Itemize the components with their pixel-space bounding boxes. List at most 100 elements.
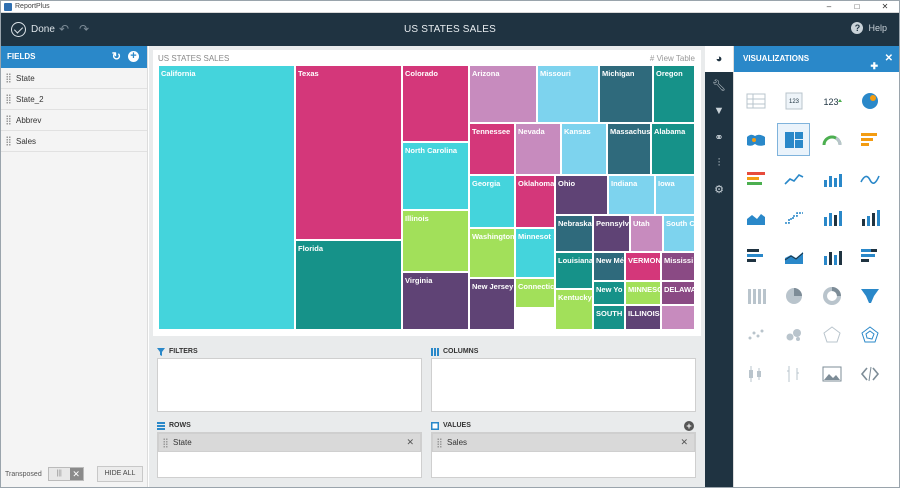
treemap-cell[interactable]: Tennessee — [469, 123, 515, 175]
treemap-cell[interactable]: Connectic — [515, 278, 555, 308]
treemap-cell[interactable]: ILLINOIS — [625, 305, 661, 330]
add-field-icon[interactable]: + — [128, 51, 139, 62]
treemap-cell[interactable]: Virginia — [402, 272, 469, 330]
viz-type-gauge[interactable] — [815, 123, 848, 156]
viz-type-radar[interactable] — [853, 318, 886, 351]
maximize-button[interactable]: □ — [843, 1, 871, 13]
filter-tab-icon[interactable]: ▼ — [705, 98, 733, 124]
gear-icon[interactable]: ⚙ — [705, 176, 733, 202]
treemap-cell[interactable]: Texas — [295, 65, 402, 240]
treemap-cell[interactable]: Florida — [295, 240, 402, 330]
treemap-cell[interactable]: Oregon — [653, 65, 695, 123]
transposed-toggle[interactable]: ||| ✕ — [47, 467, 84, 481]
treemap-cell[interactable]: Massachus — [607, 123, 651, 175]
viz-type-world-map[interactable] — [739, 123, 772, 156]
field-item-state[interactable]: State — [1, 68, 147, 89]
viz-type-step-line[interactable] — [777, 201, 810, 234]
treemap-chart[interactable]: California Texas Colorado Arizona Missouri Mi… — [158, 65, 695, 330]
minimize-button[interactable]: – — [815, 1, 843, 13]
viz-type-column-chart[interactable] — [853, 201, 886, 234]
viz-type-pie-chart[interactable] — [777, 279, 810, 312]
columns-drop-box[interactable] — [431, 358, 696, 412]
viz-type-area-bar[interactable] — [815, 162, 848, 195]
treemap-cell[interactable]: New Jersey — [469, 278, 515, 330]
viz-type-ohlc[interactable] — [777, 357, 810, 390]
rows-drop-box[interactable]: State ✕ — [157, 432, 422, 478]
treemap-cell[interactable]: Georgia — [469, 175, 515, 228]
done-button[interactable]: Done — [11, 21, 55, 38]
treemap-cell[interactable]: Mississi — [661, 252, 695, 281]
treemap-cell[interactable]: Arizona — [469, 65, 537, 123]
treemap-cell[interactable]: Washington — [469, 228, 515, 278]
treemap-cell[interactable]: New Mé — [593, 252, 625, 281]
viz-type-funnel[interactable] — [853, 279, 886, 312]
drag-handle-icon[interactable] — [163, 437, 168, 448]
remove-icon[interactable]: ✕ — [406, 437, 414, 448]
viz-type-bullet-graph[interactable] — [853, 123, 886, 156]
treemap-cell[interactable]: SOUTH C — [593, 305, 625, 330]
refresh-icon[interactable]: ↻ — [112, 50, 121, 64]
hide-all-button[interactable]: HIDE ALL — [97, 466, 143, 482]
treemap-cell[interactable]: South C — [663, 215, 695, 252]
sliders-icon[interactable]: ⫶ — [705, 150, 733, 176]
undo-icon[interactable]: ↶ — [59, 22, 69, 36]
visualizations-tab-icon[interactable]: ◕ — [705, 46, 733, 72]
viz-type-scatter[interactable] — [739, 318, 772, 351]
viz-type-stacked-area[interactable] — [815, 201, 848, 234]
viz-type-treemap[interactable] — [777, 123, 810, 156]
treemap-cell[interactable]: Missouri — [537, 65, 599, 123]
wrench-icon[interactable]: 🔧︎ — [705, 72, 733, 98]
treemap-cell[interactable]: Indiana — [608, 175, 655, 215]
viz-type-combo-area[interactable] — [777, 240, 810, 273]
viz-type-code[interactable] — [853, 357, 886, 390]
viz-type-map-pin[interactable] — [853, 84, 886, 117]
treemap-cell[interactable]: Colorado — [402, 65, 469, 142]
values-item-sales[interactable]: Sales ✕ — [432, 433, 695, 452]
treemap-cell[interactable]: Minnesot — [515, 228, 555, 278]
treemap-cell[interactable]: Kansas — [561, 123, 607, 175]
filters-drop-box[interactable] — [157, 358, 422, 412]
drag-handle-icon[interactable] — [6, 136, 11, 146]
view-table-button[interactable]: # View Table — [650, 54, 695, 63]
viz-type-stacked-bar[interactable] — [853, 240, 886, 273]
treemap-cell[interactable]: Nevada — [515, 123, 561, 175]
viz-type-line-chart[interactable] — [777, 162, 810, 195]
treemap-cell[interactable]: Illinois — [402, 210, 469, 272]
viz-type-area-chart[interactable] — [739, 201, 772, 234]
viz-type-kpi-number[interactable]: 123 — [777, 84, 810, 117]
close-window-button[interactable]: ✕ — [871, 1, 899, 13]
field-item-abbrev[interactable]: Abbrev — [1, 110, 147, 131]
viz-type-kpi-trend[interactable]: 123 — [815, 84, 848, 117]
treemap-cell[interactable]: Alabama — [651, 123, 695, 175]
redo-icon[interactable]: ↷ — [79, 22, 89, 36]
treemap-cell[interactable]: DELAWA — [661, 281, 695, 305]
values-drop-box[interactable]: Sales ✕ — [431, 432, 696, 478]
treemap-cell[interactable]: New Yo — [593, 281, 625, 305]
viz-type-stacked-column-100[interactable] — [739, 279, 772, 312]
rows-item-state[interactable]: State ✕ — [158, 433, 421, 452]
treemap-cell[interactable]: Ohio — [555, 175, 608, 215]
viz-type-bubble[interactable] — [777, 318, 810, 351]
drag-handle-icon[interactable] — [437, 437, 442, 448]
help-button[interactable]: ? Help — [851, 22, 887, 34]
link-icon[interactable]: ⚭ — [705, 124, 733, 150]
treemap-cell[interactable]: Iowa — [655, 175, 695, 215]
treemap-cell[interactable]: California — [158, 65, 295, 330]
viz-type-grid[interactable] — [739, 84, 772, 117]
viz-type-stacked-column[interactable] — [815, 240, 848, 273]
viz-type-spline[interactable] — [853, 162, 886, 195]
close-panel-icon[interactable]: ✕ — [885, 46, 893, 72]
field-item-state-2[interactable]: State_2 — [1, 89, 147, 110]
drag-handle-icon[interactable] — [6, 73, 11, 83]
treemap-cell[interactable]: VERMON — [625, 252, 661, 281]
viz-type-scorecard[interactable] — [739, 162, 772, 195]
remove-icon[interactable]: ✕ — [680, 437, 688, 448]
field-item-sales[interactable]: Sales — [1, 131, 147, 152]
viz-type-image[interactable] — [815, 357, 848, 390]
treemap-cell[interactable]: Louisiana — [555, 252, 593, 289]
drag-handle-icon[interactable] — [6, 115, 11, 125]
treemap-cell[interactable]: Kentucky — [555, 289, 593, 330]
treemap-cell[interactable]: Nebraska — [555, 215, 593, 252]
pin-icon[interactable]: ✚ — [870, 53, 878, 79]
treemap-cell[interactable]: Pennsylv — [593, 215, 630, 252]
